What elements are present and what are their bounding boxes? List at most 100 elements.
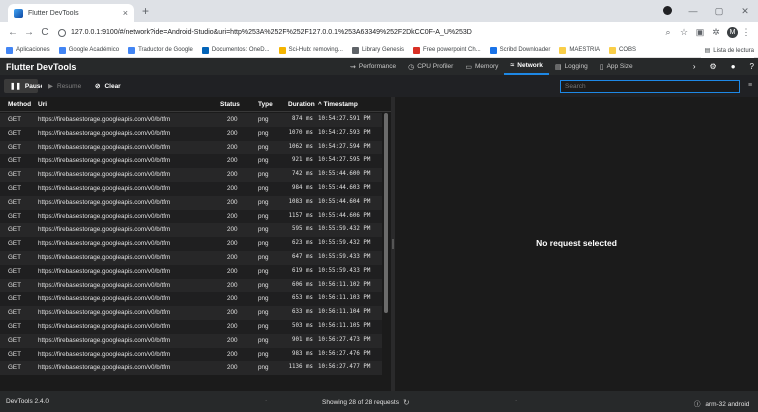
cell-duration: 1136 ms [288, 364, 313, 371]
bookmark-item[interactable]: Library Genesis [351, 46, 404, 54]
column-header-method[interactable]: Method [8, 101, 31, 108]
bookmark-star-icon[interactable]: ☆ [676, 27, 692, 38]
table-row[interactable]: GET https://firebasestorage.googleapis.co… [0, 154, 382, 169]
table-row[interactable]: GET https://firebasestorage.googleapis.co… [0, 181, 382, 196]
settings-gear-icon[interactable]: ⚙ [710, 62, 717, 71]
table-row[interactable]: GET https://firebasestorage.googleapis.co… [0, 250, 382, 265]
cell-type: png [258, 253, 269, 261]
pause-button[interactable]: ❚❚ Pause [4, 79, 44, 93]
table-row[interactable]: GET https://firebasestorage.googleapis.co… [0, 195, 382, 210]
play-icon: ▶ [48, 83, 53, 90]
cell-status: 200 [227, 212, 238, 220]
tab-close-icon[interactable]: × [123, 8, 128, 18]
window-close-icon[interactable]: ✕ [732, 6, 758, 17]
reload-icon[interactable]: C [38, 27, 52, 38]
puzzle-icon[interactable]: ✲ [708, 27, 724, 38]
bookmark-item[interactable]: Traductor de Google [128, 46, 193, 54]
zoom-icon[interactable]: ⌕ [660, 27, 676, 38]
table-row[interactable]: GET https://firebasestorage.googleapis.co… [0, 126, 382, 141]
column-header-uri[interactable]: Uri [38, 101, 47, 108]
feedback-icon[interactable]: ● [731, 62, 736, 71]
tab-app-size[interactable]: ▯ App Size [594, 58, 639, 75]
profile-indicator-icon[interactable] [654, 5, 680, 17]
table-scrollbar[interactable] [384, 113, 388, 313]
tab-cpu-profiler[interactable]: ◷ CPU Profiler [402, 58, 459, 75]
cell-timestamp: 10:56:11.103 PM [318, 295, 371, 302]
cell-uri: https://firebasestorage.googleapis.com/v… [38, 184, 171, 192]
table-row[interactable]: GET https://firebasestorage.googleapis.co… [0, 319, 382, 334]
reading-list-button[interactable]: ▤ Lista de lectura [700, 43, 754, 58]
cell-type: png [258, 184, 269, 192]
clear-label: Clear [104, 82, 121, 90]
bookmark-item[interactable]: Documentos: OneD... [201, 46, 270, 54]
cell-duration: 653 ms [292, 295, 313, 302]
tab-performance[interactable]: ⇝ Performance [344, 58, 402, 75]
table-row[interactable]: GET https://firebasestorage.googleapis.co… [0, 278, 382, 293]
maximize-icon[interactable]: ▢ [706, 6, 732, 17]
more-screens-icon[interactable]: › [693, 62, 696, 71]
help-icon[interactable]: ? [750, 62, 754, 71]
cell-type: png [258, 281, 269, 289]
table-row[interactable]: GET https://firebasestorage.googleapis.co… [0, 347, 382, 362]
splitter-grip[interactable] [392, 239, 394, 249]
tab-logging[interactable]: ▤ Logging [549, 58, 594, 75]
table-row[interactable]: GET https://firebasestorage.googleapis.co… [0, 140, 382, 155]
table-row[interactable]: GET https://firebasestorage.googleapis.co… [0, 113, 382, 127]
cell-timestamp: 10:54:27.593 PM [318, 129, 371, 136]
platform-label: arm-32 android [705, 401, 750, 408]
address-bar[interactable]: 127.0.0.1:9100 /#/network?ide=Android-St… [58, 25, 688, 40]
table-row[interactable]: GET https://firebasestorage.googleapis.co… [0, 292, 382, 307]
network-controls: ❚❚ Pause ▶ Resume ⊘ Clear ≡ [0, 75, 758, 97]
site-info-icon[interactable] [58, 28, 66, 37]
no-request-message: No request selected [536, 238, 617, 248]
menu-icon[interactable]: ⋮ [738, 27, 754, 38]
url-host: 127.0.0.1:9100 [71, 29, 118, 36]
filter-icon[interactable]: ≡ [748, 82, 752, 89]
minimize-icon[interactable]: — [680, 6, 706, 16]
cell-type: png [258, 364, 269, 372]
bookmark-item[interactable]: Scribd Downloader [489, 46, 550, 54]
resume-button[interactable]: ▶ Resume [42, 79, 86, 93]
cell-uri: https://firebasestorage.googleapis.com/v… [38, 350, 171, 358]
column-header-type[interactable]: Type [258, 101, 273, 108]
bookmark-item[interactable]: COBS [609, 46, 636, 54]
table-row[interactable]: GET https://firebasestorage.googleapis.co… [0, 168, 382, 182]
column-header-duration[interactable]: Duration [288, 101, 315, 108]
bookmark-item[interactable]: Google Académico [58, 46, 119, 54]
table-row[interactable]: GET https://firebasestorage.googleapis.co… [0, 306, 382, 320]
bookmark-item[interactable]: Aplicaciones [6, 46, 50, 54]
browser-tab[interactable]: Flutter DevTools × [8, 4, 134, 22]
table-row[interactable]: GET https://firebasestorage.googleapis.co… [0, 361, 382, 376]
table-row[interactable]: GET https://firebasestorage.googleapis.co… [0, 209, 382, 224]
new-tab-button[interactable]: + [142, 5, 149, 17]
search-input[interactable] [560, 80, 740, 93]
cell-timestamp: 10:55:59.433 PM [318, 267, 371, 274]
bookmark-item[interactable]: MAESTRIA [559, 46, 600, 54]
cell-uri: https://firebasestorage.googleapis.com/v… [38, 129, 171, 137]
cell-uri: https://firebasestorage.googleapis.com/v… [38, 143, 171, 151]
tab-memory[interactable]: ▭ Memory [459, 58, 504, 75]
extension-icon[interactable]: ▣ [692, 27, 708, 38]
cell-type: png [258, 267, 269, 275]
back-icon[interactable]: ← [6, 27, 20, 38]
cell-timestamp: 10:55:59.433 PM [318, 253, 371, 260]
column-header-status[interactable]: Status [220, 101, 240, 108]
reading-list-icon: ▤ [704, 48, 711, 54]
clear-button[interactable]: ⊘ Clear [89, 79, 127, 93]
bookmark-item[interactable]: Sci-Hub: removing... [278, 46, 343, 54]
profile-avatar[interactable]: M [727, 27, 738, 38]
cell-type: png [258, 116, 269, 123]
cell-uri: https://firebasestorage.googleapis.com/v… [38, 322, 171, 330]
table-row[interactable]: GET https://firebasestorage.googleapis.co… [0, 333, 382, 348]
cell-uri: https://firebasestorage.googleapis.com/v… [38, 253, 171, 261]
table-row[interactable]: GET https://firebasestorage.googleapis.co… [0, 237, 382, 251]
column-header-timestamp[interactable]: ^ Timestamp [318, 101, 358, 108]
forward-icon[interactable]: → [22, 27, 36, 38]
tab-network[interactable]: ≈ Network [504, 58, 549, 75]
bookmark-item[interactable]: Free powerpoint Ch... [412, 46, 481, 54]
cell-uri: https://firebasestorage.googleapis.com/v… [38, 116, 171, 123]
table-row[interactable]: GET https://firebasestorage.googleapis.co… [0, 223, 382, 238]
table-row[interactable]: GET https://firebasestorage.googleapis.co… [0, 264, 382, 279]
app-title: Flutter DevTools [6, 61, 77, 72]
status-separator: · [515, 397, 518, 404]
